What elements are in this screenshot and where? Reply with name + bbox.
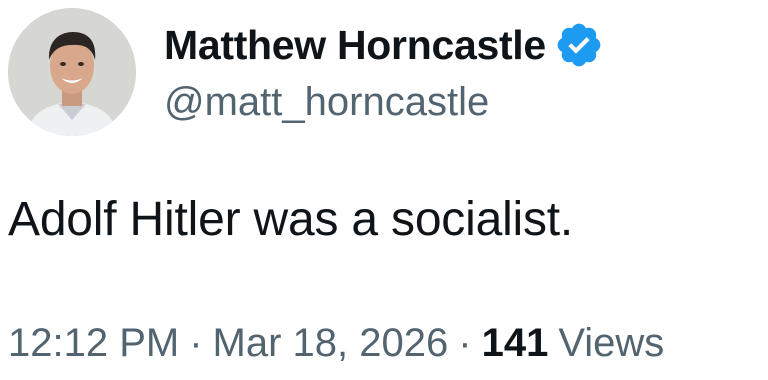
meta-separator: · [189, 321, 203, 365]
author-name-row: Matthew Horncastle [164, 18, 604, 72]
author-handle[interactable]: @matt_horncastle [164, 80, 489, 125]
avatar-photo [8, 8, 136, 136]
tweet-text: Adolf Hitler was a socialist. [8, 193, 574, 246]
views-count[interactable]: 141 [482, 321, 549, 366]
verified-badge-icon[interactable] [554, 20, 604, 70]
tweet-time[interactable]: 12:12 PM [8, 321, 179, 366]
tweet-date[interactable]: Mar 18, 2026 [213, 321, 449, 366]
meta-separator: · [458, 321, 472, 365]
tweet-card: Matthew Horncastle @matt_horncastle Adol… [0, 0, 768, 380]
avatar[interactable] [8, 8, 136, 136]
tweet-meta: 12:12 PM · Mar 18, 2026 · 141 Views [8, 321, 664, 366]
views-label[interactable]: Views [558, 321, 664, 366]
author-display-name[interactable]: Matthew Horncastle [164, 22, 546, 69]
